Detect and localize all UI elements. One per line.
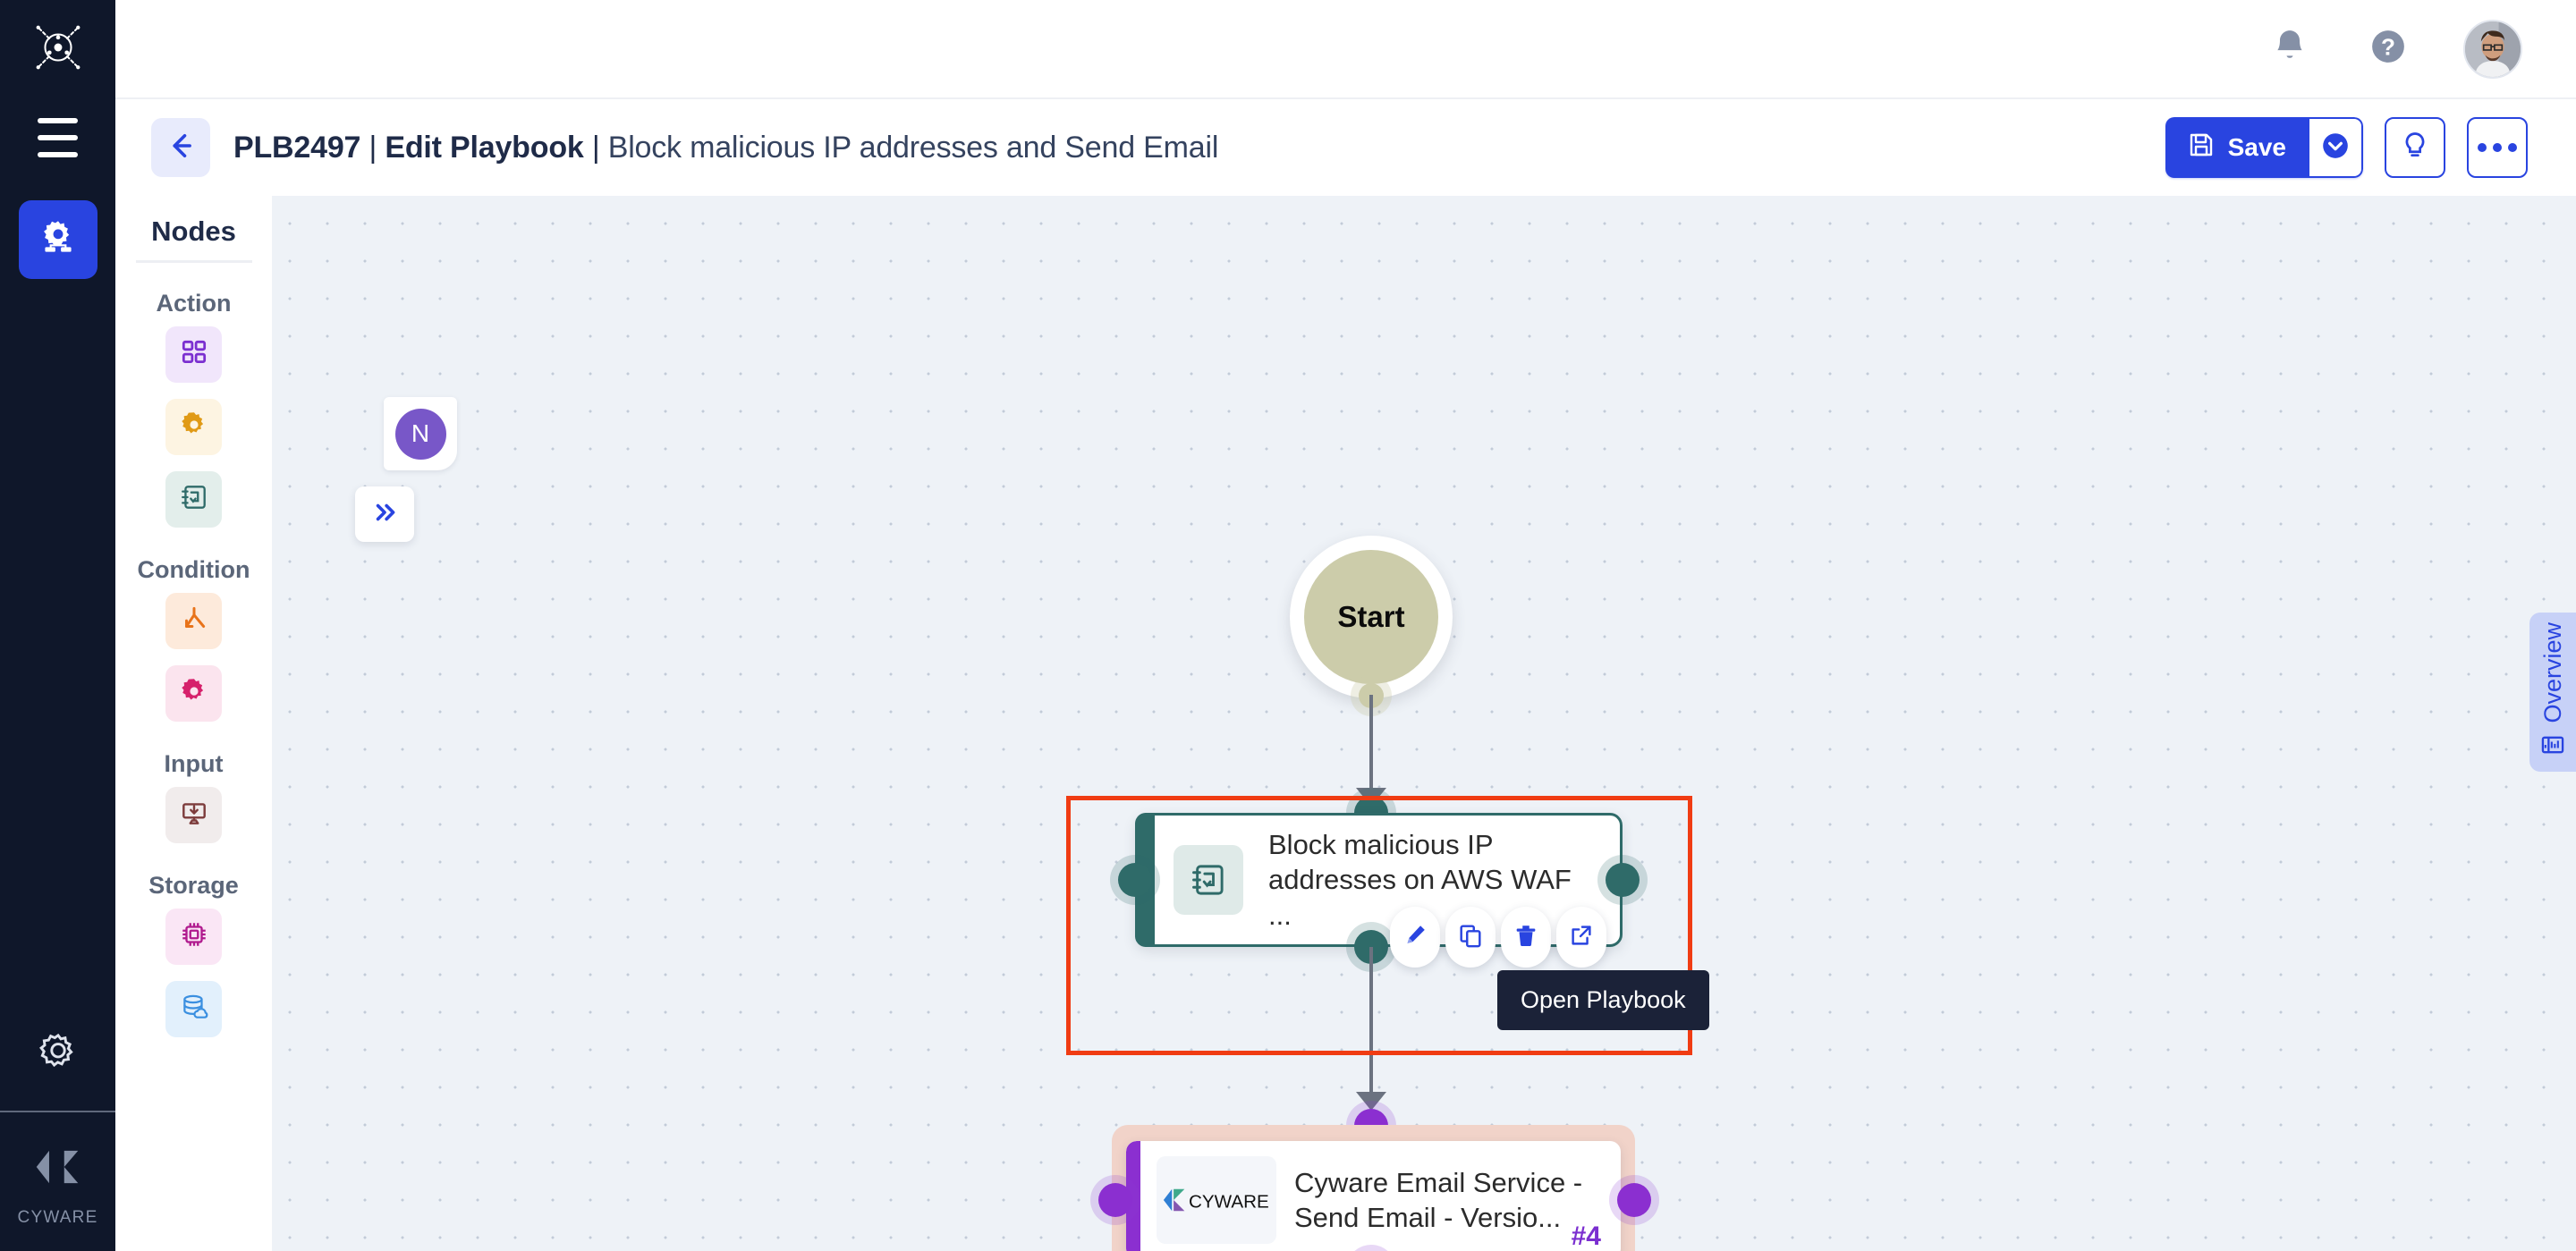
ellipsis-icon [2478,143,2517,152]
page-title-name: Block malicious IP addresses and Send Em… [607,130,1219,165]
palette-item-user-input[interactable] [165,787,222,843]
email-node-container: CYWARE Cyware Email Service - Send Email… [1112,1125,1635,1251]
action-node-right-port[interactable] [1597,855,1648,905]
bell-icon [2270,27,2309,71]
cyware-network-logo-icon [30,20,86,75]
overview-tab[interactable]: Overview [2529,613,2576,772]
svg-text:CYWARE: CYWARE [1189,1191,1269,1212]
svg-text:?: ? [2381,34,2395,61]
page-title-action: Edit Playbook [385,130,584,165]
sidebar-item-orchestrate[interactable] [18,200,97,279]
palette-item-decision-condition[interactable] [165,665,222,722]
flow-graph: Start Block malicious IP addresses on AW… [115,196,2576,1251]
cyware-logo-icon [30,1139,85,1199]
avatar[interactable] [2463,19,2522,79]
external-link-icon [1568,922,1595,953]
edge-action-to-email [1369,947,1373,1106]
nodes-group-label-action: Action [156,290,232,317]
page-title-id: PLB2497 [233,130,361,165]
email-node-title: Cyware Email Service - Send Email - Vers… [1294,1166,1583,1233]
email-node-right-port[interactable] [1609,1175,1659,1225]
help-button[interactable]: ? [2365,26,2411,72]
palette-item-memory-storage[interactable] [165,909,222,965]
start-node[interactable]: Start [1290,536,1453,698]
email-node[interactable]: CYWARE Cyware Email Service - Send Email… [1126,1141,1621,1251]
save-button-group: Save [2165,117,2363,178]
page-title: PLB2497 | Edit Playbook | Block maliciou… [233,131,1218,165]
cyware-brand: CYWARE [18,1112,98,1251]
expand-panel-button[interactable] [355,486,414,542]
page-title-sep-2: | [583,130,608,165]
top-bar: ? [115,0,2576,97]
nodes-group-label-input: Input [164,750,224,777]
chart-panel-icon [2540,732,2565,762]
edit-node-button[interactable] [1390,907,1440,968]
nodes-group-label-storage: Storage [148,872,239,899]
action-node-left-port[interactable] [1110,855,1160,905]
palette-item-branch-condition[interactable] [165,593,222,649]
palette-item-playbook-action[interactable] [165,471,222,528]
overview-tab-label: Overview [2538,622,2566,723]
open-playbook-button[interactable] [1556,907,1606,968]
gear-icon [179,676,209,711]
branch-icon [179,604,209,638]
nodes-panel-divider [135,260,252,263]
gear-workflow-icon [36,216,80,265]
cpu-chip-icon [179,919,209,954]
more-options-button[interactable] [2467,117,2528,178]
hamburger-menu-icon[interactable] [31,118,85,157]
page-title-sep-1: | [360,130,386,165]
sidebar-divider [0,1111,115,1112]
playbook-header: PLB2497 | Edit Playbook | Block maliciou… [115,97,2576,196]
start-node-label: Start [1304,550,1438,684]
node-action-toolbar [1390,907,1612,968]
question-circle-icon: ? [2368,27,2408,71]
palette-item-database-storage[interactable] [165,981,222,1037]
monitor-download-icon [179,798,209,833]
notifications-button[interactable] [2267,26,2313,72]
delete-node-button[interactable] [1501,907,1551,968]
open-playbook-tooltip: Open Playbook [1497,970,1709,1030]
node-owner-initial: N [394,408,446,460]
save-dropdown-button[interactable] [2309,117,2363,178]
node-owner-card[interactable]: N [384,397,457,470]
playbook-editor-app: CYWARE ? PLB2497 | Edit Playbook | Block… [0,0,2576,1251]
back-button[interactable] [151,118,210,177]
nodes-panel: Nodes Action Condition Input Storage [115,196,272,1251]
playbook-icon [1174,845,1243,915]
pencil-icon [1402,922,1428,953]
arrow-left-icon [165,130,197,166]
copy-icon [1457,922,1484,953]
double-chevron-right-icon [369,497,400,532]
playbook-icon [179,482,209,517]
primary-sidebar: CYWARE [0,0,115,1251]
palette-item-app-action[interactable] [165,326,222,383]
palette-item-utility-action[interactable] [165,399,222,455]
palette-settings-button[interactable] [165,1195,222,1251]
cyware-logo: CYWARE [1157,1156,1276,1244]
nodes-panel-title: Nodes [151,216,236,247]
email-node-badge: #4 [1571,1221,1601,1251]
floppy-disk-icon [2187,131,2216,165]
save-button-label: Save [2227,133,2286,161]
database-cloud-icon [179,992,209,1027]
grid-squares-icon [179,337,209,372]
sidebar-settings-button[interactable] [19,1023,97,1086]
hint-button[interactable] [2385,117,2445,178]
playbook-canvas[interactable]: Nodes Action Condition Input Storage N S… [115,196,2576,1251]
chevron-down-icon [2320,131,2351,165]
gear-icon [34,1028,82,1081]
gear-icon [179,410,209,444]
email-node-left-port[interactable] [1090,1175,1140,1225]
save-button[interactable]: Save [2165,117,2309,178]
cyware-brand-label: CYWARE [17,1208,98,1227]
nodes-group-label-condition: Condition [137,556,250,583]
header-actions: Save [2165,117,2528,178]
trash-icon [1513,922,1539,953]
duplicate-node-button[interactable] [1445,907,1496,968]
lightbulb-icon [2399,130,2431,166]
edge-start-to-action [1369,695,1373,802]
